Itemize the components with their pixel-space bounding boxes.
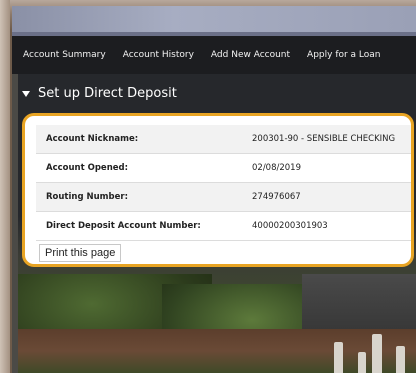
background-headstone: [396, 346, 405, 373]
print-page-button[interactable]: Print this page: [39, 244, 122, 262]
banking-page: Account Summary Account History Add New …: [12, 6, 416, 373]
table-row: Routing Number: 274976067: [36, 183, 411, 212]
background-headstone: [334, 342, 343, 373]
background-headstone: [372, 334, 382, 373]
row-value: 02/08/2019: [252, 163, 301, 173]
section-header[interactable]: Set up Direct Deposit: [22, 86, 177, 101]
background-headstone: [358, 352, 366, 373]
section-title: Set up Direct Deposit: [38, 86, 177, 101]
row-label: Account Opened:: [46, 163, 128, 173]
table-row: Account Opened: 02/08/2019: [36, 154, 411, 183]
table-row: Account Nickname: 200301-90 - SENSIBLE C…: [36, 125, 411, 154]
direct-deposit-card: Account Nickname: 200301-90 - SENSIBLE C…: [22, 113, 414, 267]
header-banner: [12, 6, 416, 36]
nav-account-summary[interactable]: Account Summary: [23, 50, 106, 60]
account-details-table: Account Nickname: 200301-90 - SENSIBLE C…: [36, 125, 411, 241]
page-left-edge: [12, 74, 18, 373]
row-label: Direct Deposit Account Number:: [46, 221, 201, 231]
row-value: 200301-90 - SENSIBLE CHECKING: [252, 134, 396, 144]
caret-down-icon: [22, 90, 30, 97]
nav-account-history[interactable]: Account History: [123, 50, 194, 60]
row-value: 274976067: [252, 192, 301, 202]
nav-add-new-account[interactable]: Add New Account: [211, 50, 290, 60]
row-value: 40000200301903: [252, 221, 328, 231]
nav-apply-for-loan[interactable]: Apply for a Loan: [307, 50, 380, 60]
row-label: Routing Number:: [46, 192, 128, 202]
row-label: Account Nickname:: [46, 134, 139, 144]
table-row: Direct Deposit Account Number: 400002003…: [36, 212, 411, 241]
main-nav: Account Summary Account History Add New …: [12, 36, 416, 74]
background-ground: [12, 329, 416, 373]
